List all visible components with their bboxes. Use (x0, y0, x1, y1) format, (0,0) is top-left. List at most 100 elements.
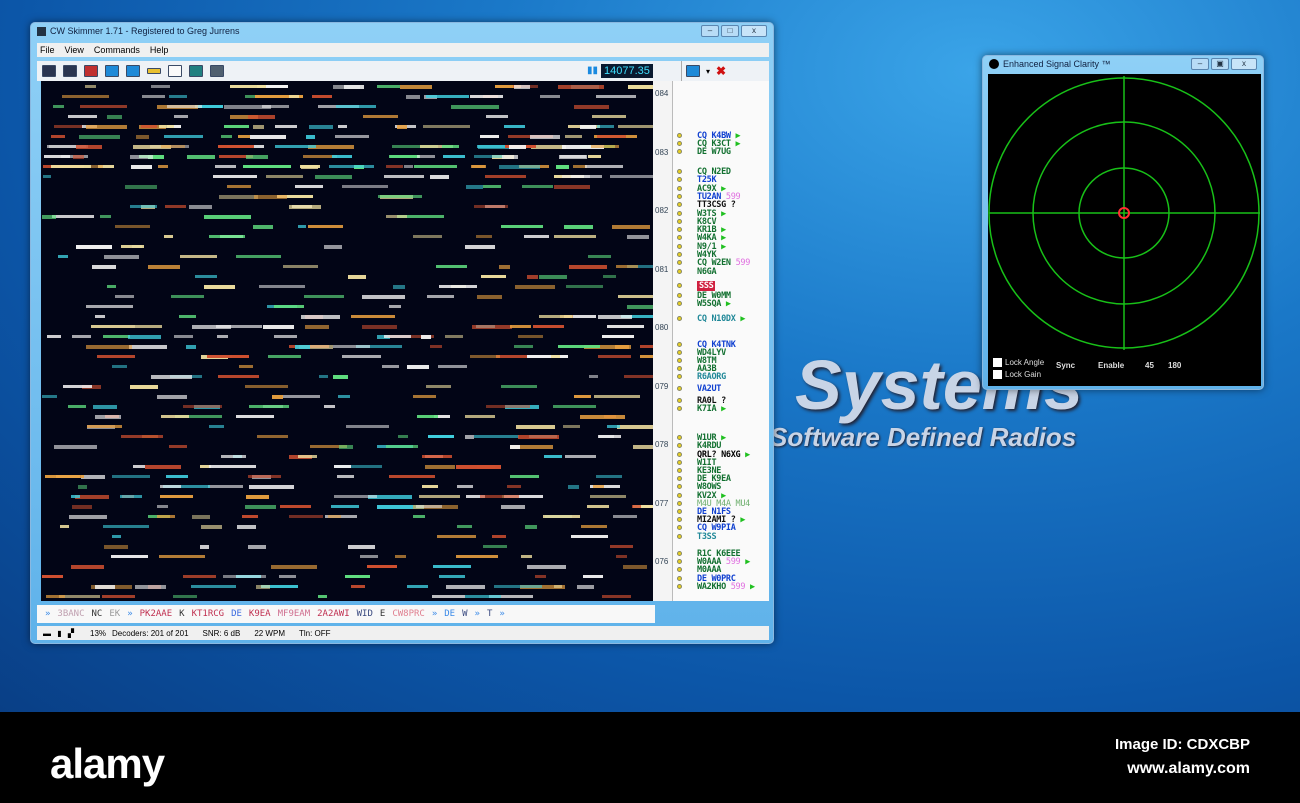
signal-marker[interactable] (677, 509, 682, 514)
decoded-word[interactable]: MF9EAM (278, 609, 311, 619)
signal-marker[interactable] (677, 406, 682, 411)
menu-commands[interactable]: Commands (94, 45, 140, 55)
info-icon[interactable] (105, 65, 119, 77)
callsign-entry[interactable]: VA2UT (697, 384, 721, 394)
callsign-entry[interactable]: CQ N10DX ▶ (697, 314, 745, 324)
callsign-entry[interactable]: N6GA (697, 267, 717, 277)
play-arrow-icon[interactable]: ▶ (736, 314, 745, 324)
decoded-word[interactable]: 3BANC (57, 609, 84, 619)
decoded-word[interactable]: » (432, 609, 437, 619)
callsign-entry[interactable]: K7IA ▶ (697, 404, 726, 414)
frequency-display[interactable]: 14077.35 (601, 64, 653, 78)
decoded-word[interactable]: CW8PRC (392, 609, 425, 619)
page-icon[interactable] (168, 65, 182, 77)
callsign-entry[interactable]: T3SS (697, 532, 717, 542)
signal-marker[interactable] (677, 177, 682, 182)
signal-marker[interactable] (677, 443, 682, 448)
signal-marker[interactable] (677, 476, 682, 481)
signal-marker[interactable] (677, 559, 682, 564)
decoded-word[interactable]: » (475, 609, 480, 619)
play-arrow-icon[interactable]: ▶ (736, 515, 745, 525)
close-button[interactable]: x (1231, 58, 1257, 70)
polar-display[interactable] (988, 74, 1261, 354)
signal-marker[interactable] (677, 386, 682, 391)
signal-marker[interactable] (677, 202, 682, 207)
play-arrow-icon[interactable]: ▶ (716, 242, 726, 252)
menu-file[interactable]: File (40, 45, 55, 55)
signal-marker[interactable] (677, 366, 682, 371)
signal-marker[interactable] (677, 301, 682, 306)
window-icon[interactable] (126, 65, 140, 77)
signal-marker[interactable] (677, 141, 682, 146)
play-arrow-icon[interactable]: ▶ (716, 404, 726, 414)
signal-marker[interactable] (677, 186, 682, 191)
waterfall-display[interactable] (41, 81, 653, 601)
play-arrow-icon[interactable]: ▶ (740, 450, 750, 460)
chevron-down-icon[interactable]: ▾ (706, 67, 710, 76)
play-arrow-icon[interactable]: ▶ (716, 209, 726, 219)
sync-button[interactable]: Sync (1056, 361, 1075, 370)
signal-marker[interactable] (677, 484, 682, 489)
decoded-word[interactable]: E (380, 609, 385, 619)
decoded-word[interactable]: » (45, 609, 50, 619)
signal-marker[interactable] (677, 219, 682, 224)
callsign-entry[interactable]: R6AORG (697, 372, 726, 382)
signal-marker[interactable] (677, 374, 682, 379)
tuning-icon[interactable]: ▮▮ (587, 65, 598, 76)
view-dropdown-icon[interactable] (686, 65, 700, 77)
waterfall-icon[interactable] (42, 65, 56, 77)
play-arrow-icon[interactable]: ▶ (740, 557, 750, 567)
signal-marker[interactable] (677, 169, 682, 174)
signal-marker[interactable] (677, 194, 682, 199)
signal-marker[interactable] (677, 358, 682, 363)
callsign-entry[interactable]: SSS (697, 281, 716, 291)
signal-marker[interactable] (677, 525, 682, 530)
radio-icon[interactable] (63, 65, 77, 77)
signal-marker[interactable] (677, 501, 682, 506)
decoded-word[interactable]: T (487, 609, 492, 619)
signal-marker[interactable] (677, 398, 682, 403)
signal-marker[interactable] (677, 293, 682, 298)
minimize-button[interactable]: – (701, 25, 719, 37)
signal-marker[interactable] (677, 493, 682, 498)
decoded-word[interactable]: W (462, 609, 467, 619)
signal-marker[interactable] (677, 269, 682, 274)
signal-marker[interactable] (677, 517, 682, 522)
signal-marker[interactable] (677, 534, 682, 539)
signal-marker[interactable] (677, 260, 682, 265)
decoded-word[interactable]: K9EA (249, 609, 271, 619)
decoded-word[interactable]: WID (357, 609, 373, 619)
callsign-entry[interactable]: DE W7UG (697, 147, 731, 157)
signal-marker[interactable] (677, 576, 682, 581)
signal-marker[interactable] (677, 551, 682, 556)
callsign-entry[interactable]: WA2KHO 599 ▶ (697, 582, 755, 592)
decoded-word[interactable]: » (127, 609, 132, 619)
close-button[interactable]: x (741, 25, 767, 37)
signal-marker[interactable] (677, 460, 682, 465)
signal-marker[interactable] (677, 133, 682, 138)
maximize-button[interactable]: □ (721, 25, 739, 37)
decoded-word[interactable]: EK (109, 609, 120, 619)
settings-icon[interactable] (189, 65, 203, 77)
play-arrow-icon[interactable]: ▶ (721, 299, 731, 309)
signal-marker[interactable] (677, 283, 682, 288)
signal-marker[interactable] (677, 435, 682, 440)
decoded-word[interactable]: NC (92, 609, 103, 619)
minimize-button[interactable]: – (1191, 58, 1209, 70)
decoded-word[interactable]: K (179, 609, 184, 619)
callsign-entry[interactable]: W5SQA ▶ (697, 299, 731, 309)
signal-marker[interactable] (677, 252, 682, 257)
decoded-word[interactable]: DE (444, 609, 455, 619)
restore-button[interactable]: ▣ (1211, 58, 1229, 70)
enable-button[interactable]: Enable (1098, 361, 1124, 370)
callsign-list[interactable]: CQ K4BW ▶ CQ K3CT ▶ DE W7UG CQ N2ED T25K AC9X… (673, 81, 769, 601)
decoded-word[interactable]: KT1RCG (192, 609, 225, 619)
signal-marker[interactable] (677, 350, 682, 355)
signal-marker[interactable] (677, 452, 682, 457)
decoded-word[interactable]: 2A2AWI (317, 609, 350, 619)
decoded-word[interactable]: DE (231, 609, 242, 619)
clear-icon[interactable]: ✖ (716, 64, 726, 78)
signal-marker[interactable] (677, 342, 682, 347)
signal-marker[interactable] (677, 584, 682, 589)
lock-angle-checkbox[interactable]: Lock Angle (993, 358, 1044, 368)
